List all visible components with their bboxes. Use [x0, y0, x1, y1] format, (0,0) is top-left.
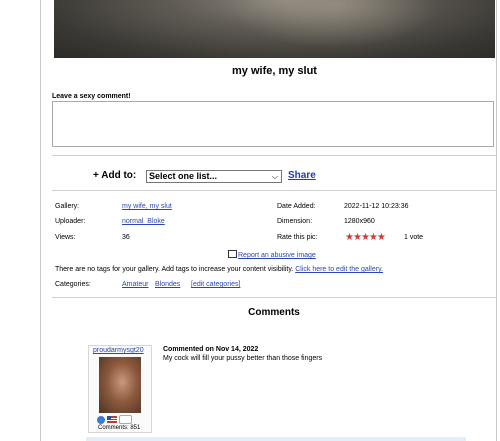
- star-icon[interactable]: ★: [377, 232, 386, 243]
- dimension-label: Dimension:: [277, 218, 313, 225]
- comment-date: Commented on Nov 14, 2022: [163, 346, 259, 353]
- comments-heading: Comments: [248, 307, 300, 318]
- chevron-down-icon: ⌵: [271, 172, 278, 181]
- next-comment-strip: [86, 437, 466, 441]
- avatar[interactable]: [99, 357, 141, 413]
- commenter-comment-count: Comments: 851: [98, 425, 141, 431]
- right-divider: [496, 0, 497, 441]
- views-value: 36: [122, 234, 130, 241]
- photo-title: my wife, my slut: [232, 65, 317, 77]
- star-icon[interactable]: ★: [369, 232, 378, 243]
- date-label: Date Added:: [277, 203, 316, 210]
- comment-textarea[interactable]: [52, 101, 494, 147]
- gallery-label: Gallery:: [55, 203, 80, 210]
- comment-label: Leave a sexy comment!: [52, 93, 131, 100]
- rate-label: Rate this pic:: [277, 234, 318, 241]
- list-select-value: Select one list...: [149, 171, 218, 181]
- gender-icon: [97, 415, 105, 424]
- comment-text: My cock will fill your pussy better than…: [163, 355, 323, 362]
- divider: [52, 190, 496, 191]
- views-label: Views:: [55, 234, 76, 241]
- commenter-username[interactable]: proudarmysgt20: [93, 347, 144, 354]
- star-icon[interactable]: ★: [361, 232, 370, 243]
- commenter-card: proudarmysgt20 Comments: 851: [88, 345, 152, 433]
- rating-stars[interactable]: ★★★★★: [345, 232, 386, 243]
- dimension-value: 1280x960: [344, 218, 375, 225]
- date-value: 2022-11-12 10:23:36: [344, 203, 409, 210]
- star-icon[interactable]: ★: [345, 232, 354, 243]
- edit-categories-link[interactable]: [edit categories]: [191, 281, 240, 288]
- gallery-link[interactable]: my wife, my slut: [122, 203, 172, 210]
- report-link[interactable]: Report an abusive image: [238, 252, 316, 259]
- votes-count: 1 vote: [404, 234, 424, 241]
- tags-note: There are no tags for your gallery. Add …: [55, 266, 383, 273]
- share-link[interactable]: Share: [288, 170, 316, 181]
- left-divider: [40, 0, 41, 441]
- flag-icon: [106, 416, 117, 423]
- edit-gallery-link[interactable]: Click here to edit the gallery.: [295, 266, 383, 273]
- photo-highlight: [229, 0, 439, 48]
- uploader-link[interactable]: normal_Bloke: [122, 218, 165, 225]
- categories-label: Categories:: [55, 281, 91, 288]
- gallery-photo[interactable]: [54, 0, 495, 58]
- report-icon: [228, 250, 237, 258]
- category-link[interactable]: Amateur: [122, 281, 148, 288]
- list-select[interactable]: Select one list... ⌵: [146, 170, 282, 183]
- tags-text: There are no tags for your gallery. Add …: [55, 266, 294, 273]
- commenter-badges: [97, 415, 132, 424]
- uploader-label: Uploader:: [55, 218, 86, 225]
- category-link[interactable]: Blondes: [155, 281, 180, 288]
- star-icon[interactable]: ★: [353, 232, 362, 243]
- status-icon: [118, 415, 132, 424]
- report-abuse[interactable]: Report an abusive image: [228, 250, 316, 259]
- divider: [52, 155, 496, 156]
- add-to-label: + Add to:: [93, 170, 137, 181]
- divider: [52, 297, 496, 298]
